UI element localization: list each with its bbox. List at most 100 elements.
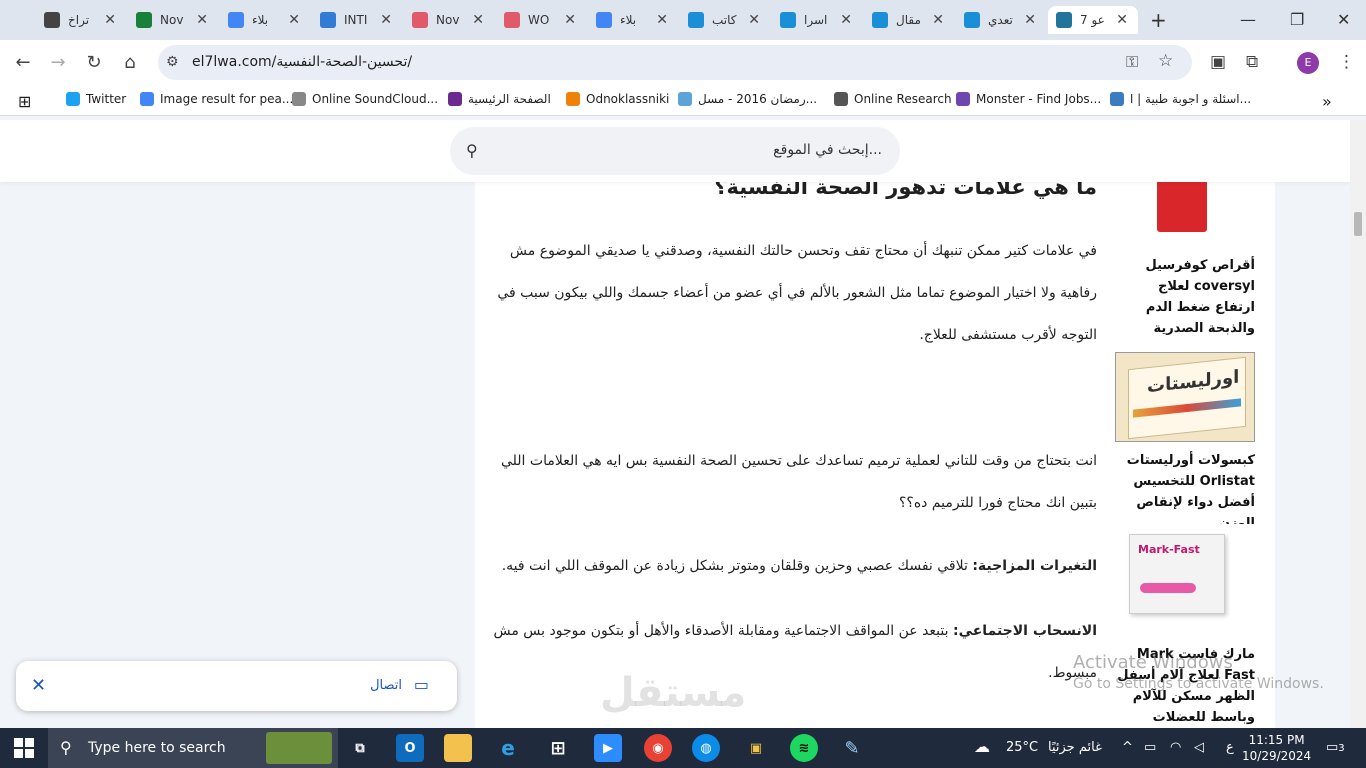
browser-tab[interactable]: Nov ✕ bbox=[404, 6, 494, 34]
input-language[interactable]: ع bbox=[1226, 740, 1234, 755]
spotify-icon[interactable]: ≋ bbox=[790, 734, 818, 762]
puzzle-icon[interactable]: ⧉ bbox=[1246, 52, 1258, 72]
bookmark-star-icon[interactable]: ☆ bbox=[1158, 51, 1173, 71]
search-icon[interactable]: ⚲ bbox=[466, 141, 478, 160]
extension-icon[interactable]: ▣ bbox=[1210, 52, 1226, 72]
close-tab-icon[interactable]: ✕ bbox=[932, 12, 944, 28]
browser-tab[interactable]: اسرا ✕ bbox=[772, 6, 862, 34]
tab-title: مقال bbox=[896, 13, 921, 27]
new-tab-button[interactable]: + bbox=[1150, 8, 1167, 32]
bookmark-item[interactable]: رمضان 2016 - مسل... bbox=[678, 92, 817, 106]
bookmarks-bar: ⊞ Twitter Image result for pea... Online S… bbox=[0, 86, 1366, 116]
close-window-icon[interactable]: ✕ bbox=[1337, 10, 1350, 29]
related-post-link-2[interactable]: كبسولات أورليستات Orlistat للتخسيس أفضل … bbox=[1115, 450, 1255, 534]
site-info-icon[interactable]: ⚙ bbox=[166, 54, 179, 70]
more-bookmarks-icon[interactable]: » bbox=[1322, 92, 1332, 111]
related-post-link-1[interactable]: أقراص كوفرسيل coversyl لعلاج ارتفاع ضغط … bbox=[1115, 255, 1255, 339]
network-icon[interactable]: ◠ bbox=[1170, 740, 1181, 755]
bookmark-item[interactable]: Twitter bbox=[66, 92, 126, 106]
close-tab-icon[interactable]: ✕ bbox=[656, 12, 668, 28]
bookmark-item[interactable]: الصفحة الرئيسية bbox=[448, 92, 551, 106]
close-tab-icon[interactable]: ✕ bbox=[472, 12, 484, 28]
system-clock[interactable]: 11:15 PM 10/29/2024 bbox=[1242, 732, 1311, 764]
browser-tab[interactable]: INTI ✕ bbox=[312, 6, 402, 34]
weather-text[interactable]: غائم جزئيًا bbox=[1048, 740, 1102, 755]
show-hidden-icons[interactable]: ^ bbox=[1122, 740, 1133, 755]
browser-tab[interactable]: مقال ✕ bbox=[864, 6, 954, 34]
reload-icon[interactable]: ↻ bbox=[83, 52, 105, 73]
close-tab-icon[interactable]: ✕ bbox=[196, 12, 208, 28]
activate-line-1: Activate Windows bbox=[1073, 652, 1233, 673]
mood-text: تلاقي نفسك عصبي وحزين وقلقان ومتوتر بشكل… bbox=[501, 558, 973, 574]
site-search-input[interactable]: إبحث في الموقع... ⚲ bbox=[450, 127, 900, 175]
scrollbar-thumb[interactable] bbox=[1354, 212, 1362, 236]
bookmark-label: رمضان 2016 - مسل... bbox=[698, 92, 818, 106]
address-bar[interactable]: ⚙ el7lwa.com/تحسين-الصحة-النفسية/ ⚿ ☆ bbox=[158, 45, 1192, 80]
url-text[interactable]: el7lwa.com/تحسين-الصحة-النفسية/ bbox=[192, 54, 412, 70]
store-icon[interactable]: ⊞ bbox=[544, 734, 572, 762]
monster-icon bbox=[956, 92, 970, 106]
cast-device-icon[interactable]: ▭ bbox=[414, 675, 429, 694]
bookmark-item[interactable]: Image result for pea... bbox=[140, 92, 293, 106]
file-explorer-icon[interactable] bbox=[444, 734, 472, 762]
forward-icon[interactable]: → bbox=[47, 52, 69, 73]
page-scrollbar[interactable] bbox=[1350, 120, 1366, 728]
markfast-box-shape: Mark-Fast bbox=[1129, 534, 1225, 614]
connect-button[interactable]: اتصال bbox=[370, 678, 402, 693]
paint-icon[interactable]: ✎ bbox=[838, 734, 866, 762]
restore-icon[interactable]: ❐ bbox=[1290, 10, 1304, 29]
zoom-icon[interactable]: ▶ bbox=[594, 734, 622, 762]
weather-temp[interactable]: 25°C bbox=[1006, 740, 1038, 755]
taskbar-search-box[interactable]: ⚲ Type here to search bbox=[48, 728, 338, 768]
circle-icon bbox=[872, 12, 888, 28]
cast-notification: ✕ اتصال ▭ bbox=[16, 661, 457, 711]
back-icon[interactable]: ← bbox=[12, 52, 34, 73]
circle-icon bbox=[964, 12, 980, 28]
close-tab-icon[interactable]: ✕ bbox=[840, 12, 852, 28]
minimize-icon[interactable]: — bbox=[1240, 10, 1256, 29]
notification-icon[interactable]: ▭3 bbox=[1326, 740, 1345, 755]
edge-dev-icon[interactable]: ◍ bbox=[692, 734, 720, 762]
home-icon[interactable]: ⌂ bbox=[119, 52, 141, 73]
menu-kebab-icon[interactable]: ⋮ bbox=[1338, 52, 1355, 72]
browser-tab[interactable]: 7 عو ✕ bbox=[1048, 6, 1138, 34]
browser-tab[interactable]: تراخ ✕ bbox=[36, 6, 126, 34]
edge-icon[interactable]: e bbox=[494, 734, 522, 762]
bookmark-item[interactable]: Odnoklassniki bbox=[566, 92, 669, 106]
profile-avatar[interactable]: E bbox=[1297, 52, 1319, 74]
chrome-icon[interactable]: ◉ bbox=[644, 734, 672, 762]
bookmark-item[interactable]: Monster - Find Jobs... bbox=[956, 92, 1101, 106]
coversyl-image[interactable] bbox=[1115, 182, 1255, 240]
password-key-icon[interactable]: ⚿ bbox=[1126, 52, 1138, 72]
close-tab-icon[interactable]: ✕ bbox=[288, 12, 300, 28]
browser-tab[interactable]: Nov ✕ bbox=[128, 6, 218, 34]
outlook-icon[interactable]: O bbox=[396, 734, 424, 762]
bookmark-item[interactable]: Online SoundCloud... bbox=[292, 92, 438, 106]
weather-icon[interactable]: ☁ bbox=[974, 737, 990, 756]
task-view-icon[interactable]: ⧉ bbox=[346, 734, 374, 762]
bookmark-item[interactable]: Online Research bbox=[834, 92, 952, 106]
close-tab-icon[interactable]: ✕ bbox=[1024, 12, 1036, 28]
battery-icon[interactable]: ▭ bbox=[1144, 740, 1156, 755]
bookmark-item[interactable]: اسئلة و اجوبة طبية | ا... bbox=[1110, 92, 1251, 106]
browser-tab[interactable]: كاتب ✕ bbox=[680, 6, 770, 34]
feather-icon bbox=[448, 92, 462, 106]
close-tab-icon[interactable]: ✕ bbox=[748, 12, 760, 28]
close-tab-icon[interactable]: ✕ bbox=[564, 12, 576, 28]
close-icon[interactable]: ✕ bbox=[31, 675, 46, 696]
markfast-image[interactable]: Mark-Fast bbox=[1115, 524, 1255, 642]
close-tab-icon[interactable]: ✕ bbox=[380, 12, 392, 28]
orlistat-image[interactable]: اورليستات bbox=[1115, 352, 1255, 442]
browser-tab[interactable]: بلاء ✕ bbox=[220, 6, 310, 34]
close-tab-icon[interactable]: ✕ bbox=[1116, 12, 1128, 28]
volume-icon[interactable]: ◁ bbox=[1194, 740, 1204, 755]
browser-tab[interactable]: WO ✕ bbox=[496, 6, 586, 34]
globe-icon bbox=[834, 92, 848, 106]
activate-line-2: Go to Settings to activate Windows. bbox=[1073, 676, 1324, 692]
browser-tab[interactable]: بلاء ✕ bbox=[588, 6, 678, 34]
close-tab-icon[interactable]: ✕ bbox=[104, 12, 116, 28]
apps-grid-icon[interactable]: ⊞ bbox=[18, 92, 31, 111]
windows-start-icon[interactable] bbox=[14, 738, 34, 758]
video-app-icon[interactable]: ▣ bbox=[742, 734, 770, 762]
browser-tab[interactable]: تعدي ✕ bbox=[956, 6, 1046, 34]
